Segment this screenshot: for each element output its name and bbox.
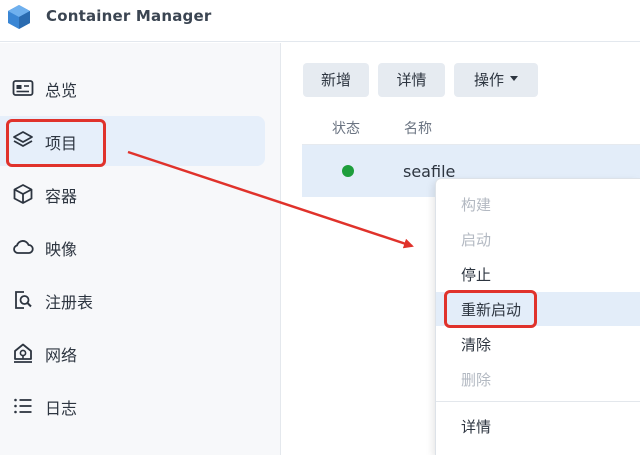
menu-item-label: 停止 xyxy=(461,266,492,284)
menu-item-label: 清除 xyxy=(461,336,492,354)
box-icon xyxy=(13,184,33,204)
menu-item-build: 构建 xyxy=(436,187,640,221)
menu-item-label: 删除 xyxy=(461,371,492,389)
menu-divider xyxy=(436,401,640,402)
sidebar-item-label: 容器 xyxy=(45,187,78,206)
menu-item-stop[interactable]: 停止 xyxy=(436,257,640,291)
new-button[interactable]: 新增 xyxy=(303,63,369,97)
column-header-name[interactable]: 名称 xyxy=(404,118,432,138)
menu-item-label: 启动 xyxy=(461,231,492,249)
actions-dropdown-button[interactable]: 操作 xyxy=(454,63,538,97)
overview-icon xyxy=(12,80,34,96)
menu-item-label: 详情 xyxy=(461,418,492,436)
title-bar: Container Manager xyxy=(0,0,640,42)
details-button[interactable]: 详情 xyxy=(378,63,445,97)
container-manager-logo-icon xyxy=(8,5,30,29)
sidebar-item-container[interactable]: 容器 xyxy=(0,169,265,219)
sidebar-item-label: 映像 xyxy=(45,240,78,259)
details-button-label: 详情 xyxy=(396,71,427,89)
sidebar-item-network[interactable]: 网络 xyxy=(0,328,265,378)
new-button-label: 新增 xyxy=(320,71,351,89)
caret-down-icon xyxy=(510,76,518,81)
app-title: Container Manager xyxy=(46,7,212,25)
network-icon xyxy=(14,343,32,363)
menu-item-clean[interactable]: 清除 xyxy=(436,327,640,361)
column-header-status[interactable]: 状态 xyxy=(332,118,360,138)
annotation-highlight-project xyxy=(6,119,106,167)
sidebar-item-registry[interactable]: 注册表 xyxy=(0,275,265,325)
sidebar-item-log[interactable]: 日志 xyxy=(0,381,265,431)
annotation-highlight-restart xyxy=(444,290,537,328)
sidebar-item-label: 网络 xyxy=(45,346,78,365)
list-icon xyxy=(14,398,32,414)
menu-item-delete: 删除 xyxy=(436,362,640,396)
sidebar-item-label: 日志 xyxy=(45,399,78,418)
actions-button-label: 操作 xyxy=(473,71,504,89)
sidebar-item-image[interactable]: 映像 xyxy=(0,222,265,272)
menu-item-start: 启动 xyxy=(436,222,640,256)
menu-item-label: 构建 xyxy=(461,196,492,214)
sidebar-item-overview[interactable]: 总览 xyxy=(0,63,265,113)
registry-search-icon xyxy=(15,291,32,309)
menu-item-details[interactable]: 详情 xyxy=(436,409,640,443)
sidebar-item-label: 总览 xyxy=(45,81,78,100)
cloud-icon xyxy=(13,240,34,254)
running-status-icon xyxy=(342,165,354,177)
sidebar: 总览 项目 容器 映像 注册表 网络 日志 xyxy=(0,43,281,455)
sidebar-item-label: 注册表 xyxy=(45,293,94,312)
